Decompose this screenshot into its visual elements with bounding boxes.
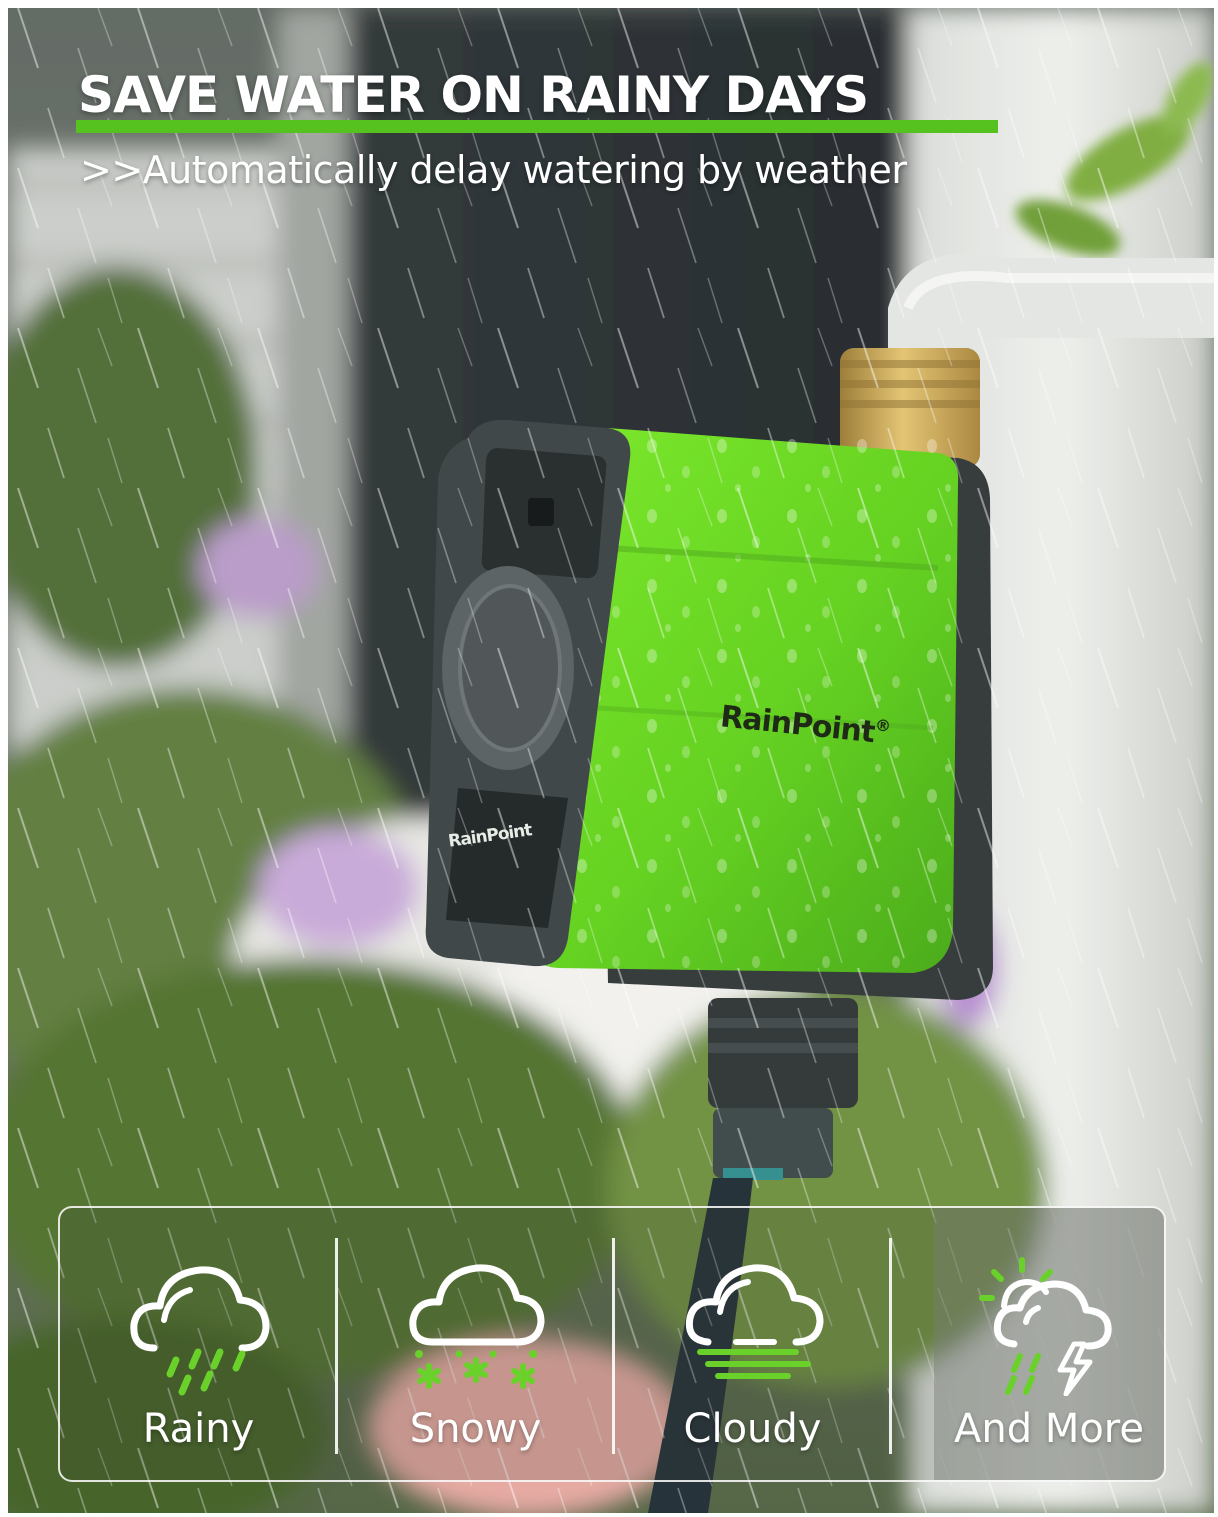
- registered-mark: ®: [874, 715, 891, 736]
- sun-cloud-storm-icon: [979, 1257, 1112, 1396]
- subhead: >>Automatically delay watering by weathe…: [80, 148, 907, 192]
- headline-underline: [76, 120, 998, 133]
- hero-image: RainPoint® RainPoint SAVE WATER ON RAINY…: [8, 8, 1214, 1513]
- weather-label-snowy: Snowy: [409, 1406, 542, 1452]
- cloud-rain-icon: [129, 1266, 269, 1396]
- cloud-snow-icon: [408, 1264, 544, 1389]
- weather-mode-and-more: And More: [934, 1208, 1164, 1480]
- headline: SAVE WATER ON RAINY DAYS: [78, 66, 869, 124]
- weather-label-cloudy: Cloudy: [683, 1406, 822, 1452]
- weather-mode-snowy: Snowy: [337, 1208, 614, 1480]
- panel-divider: [889, 1238, 892, 1454]
- weather-mode-cloudy: Cloudy: [614, 1208, 891, 1480]
- weather-modes-panel: Rainy Snowy Cloudy And More: [58, 1206, 1166, 1482]
- weather-label-and-more: And More: [954, 1406, 1144, 1452]
- weather-label-rainy: Rainy: [142, 1406, 255, 1452]
- weather-mode-rainy: Rainy: [60, 1208, 337, 1480]
- cloud-wind-icon: [685, 1264, 823, 1379]
